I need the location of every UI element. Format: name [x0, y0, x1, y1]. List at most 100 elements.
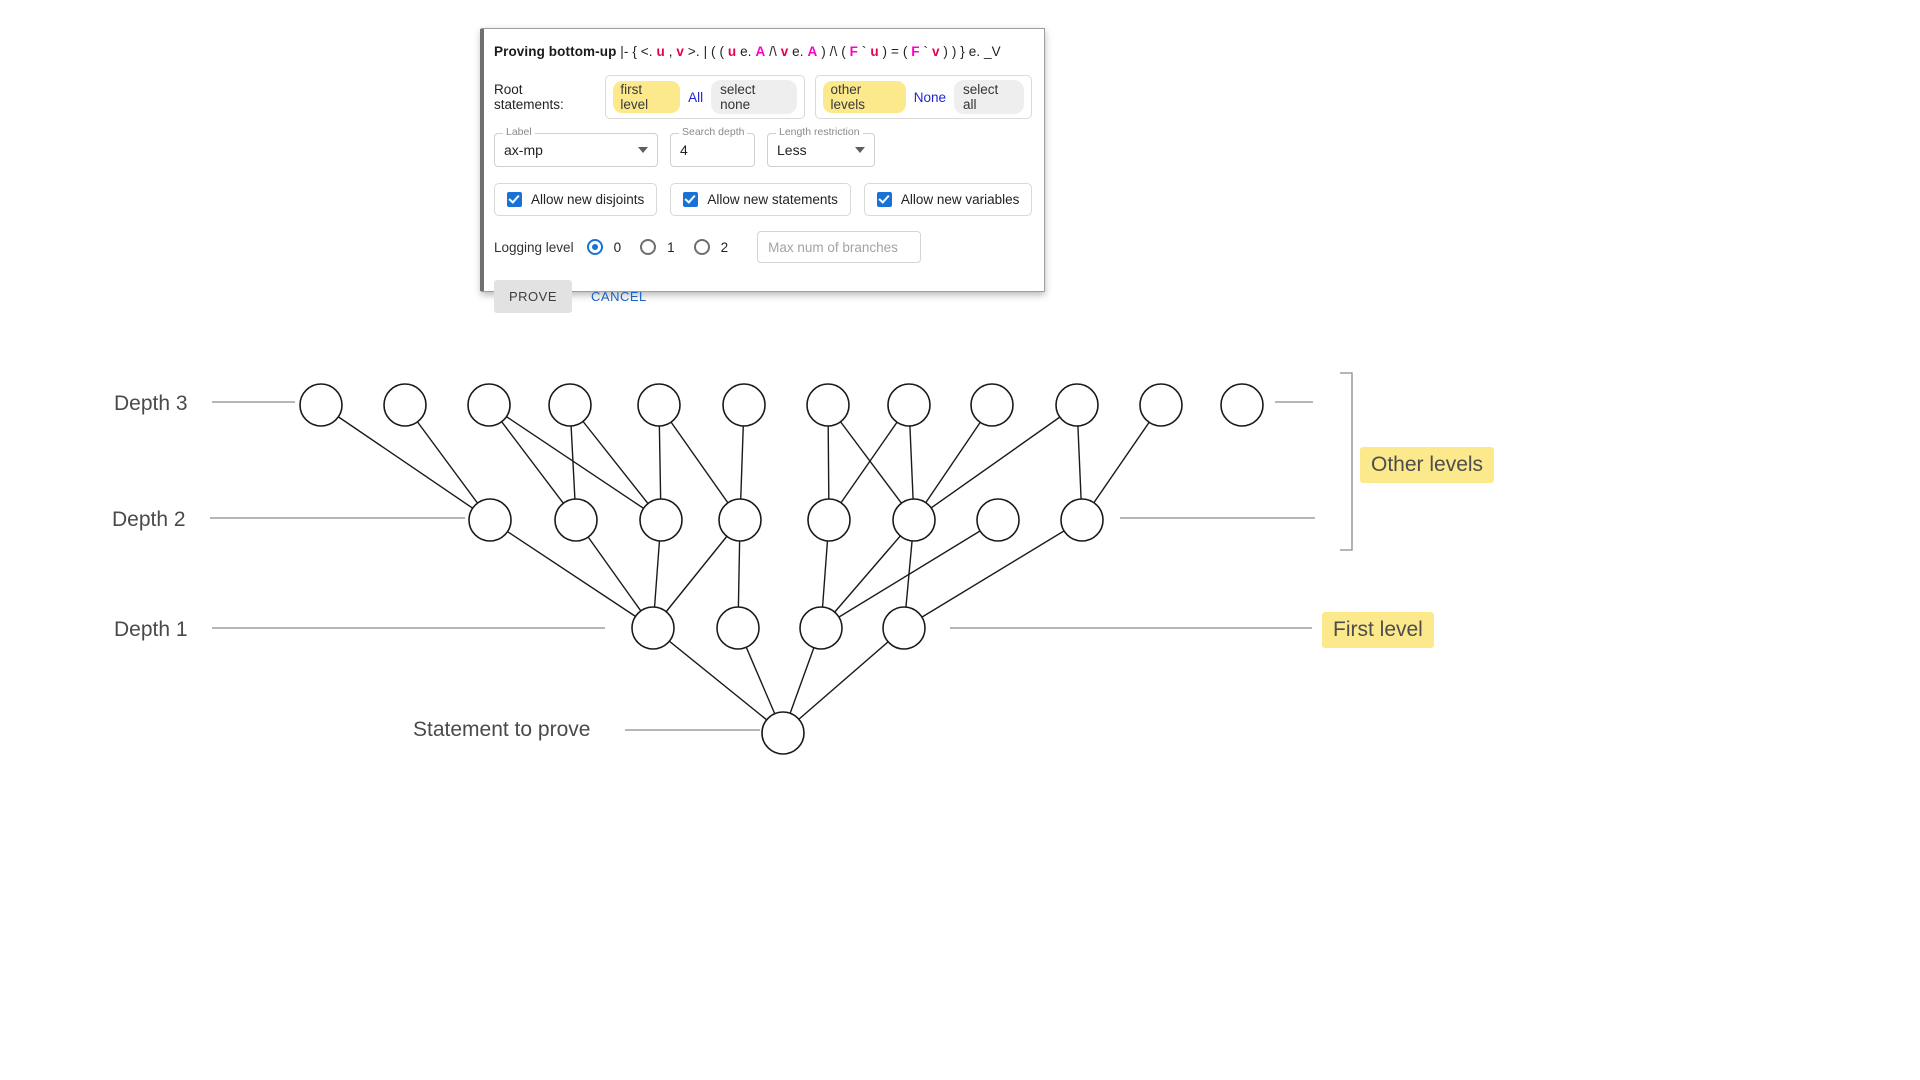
other-levels-group: other levels None select all [815, 75, 1032, 119]
root-statements-label: Root statements: [494, 82, 564, 112]
root-statements-row: Root statements: first level All select … [494, 75, 1032, 119]
search-depth-legend: Search depth [679, 126, 748, 138]
max-branches-placeholder: Max num of branches [768, 239, 898, 255]
allow-new-variables-checkbox[interactable]: Allow new variables [863, 183, 1033, 216]
title-token: A [807, 44, 818, 59]
tree-node-depth3[interactable] [970, 383, 1014, 427]
logging-level-option-2: 2 [720, 239, 729, 255]
label-select-legend: Label [503, 126, 535, 138]
tree-node-root[interactable] [761, 711, 805, 755]
logging-level-radio-2[interactable] [693, 239, 710, 255]
title-token: u [870, 44, 879, 59]
title-token: v [676, 44, 685, 59]
cancel-button[interactable]: CANCEL [580, 280, 658, 313]
title-token: /\ [765, 44, 781, 59]
first-level-select-none-button[interactable]: select none [711, 80, 798, 114]
title-token: ) = ( [878, 44, 912, 59]
tree-node-depth3[interactable] [1139, 383, 1183, 427]
logging-level-label: Logging level [494, 239, 574, 255]
proving-dialog: Proving bottom-up |- { <. u , v >. | ( (… [480, 28, 1045, 313]
proof-tree-diagram: Depth 3 Depth 2 Depth 1 Statement to pro… [0, 330, 1920, 850]
tree-node-depth2[interactable] [468, 498, 512, 542]
tree-node-depth3[interactable] [383, 383, 427, 427]
title-token: ) ) } e. _V [939, 44, 1001, 59]
allow-new-statements-checkbox[interactable]: Allow new statements [670, 183, 851, 216]
allow-new-statements-label: Allow new statements [707, 192, 838, 207]
length-restriction-value: Less [777, 142, 807, 158]
depth1-label: Depth 1 [114, 618, 188, 641]
other-levels-select-all-button[interactable]: select all [954, 80, 1024, 114]
first-level-chip[interactable]: first level [613, 81, 681, 113]
first-level-badge: First level [1322, 612, 1434, 648]
title-token: e. [788, 44, 808, 59]
label-select-value: ax-mp [504, 142, 543, 158]
tree-node-depth2[interactable] [976, 498, 1020, 542]
tree-node-depth1[interactable] [716, 606, 760, 650]
checkbox-row: Allow new disjoints Allow new statements… [494, 183, 1033, 216]
tree-node-depth2[interactable] [639, 498, 683, 542]
allow-new-disjoints-label: Allow new disjoints [531, 192, 645, 207]
title-token: A [755, 44, 766, 59]
other-levels-none-link[interactable]: None [914, 90, 946, 105]
title-token: ` [919, 44, 932, 59]
other-levels-badge: Other levels [1360, 447, 1495, 483]
title-token: ` [858, 44, 871, 59]
logging-level-row: Logging level 0 1 2 Max num of branches [494, 231, 1032, 263]
dialog-title: Proving bottom-up |- { <. u , v >. | ( (… [494, 43, 1032, 61]
tree-node-depth3[interactable] [548, 383, 592, 427]
title-token: e. [736, 44, 756, 59]
tree-node-depth1[interactable] [631, 606, 675, 650]
allow-new-variables-label: Allow new variables [900, 192, 1020, 207]
chevron-down-icon [638, 147, 648, 153]
tree-svg [210, 372, 1353, 755]
title-token: v [931, 44, 940, 59]
tree-node-depth3[interactable] [637, 383, 681, 427]
tree-edge [782, 627, 905, 734]
title-token: ) /\ ( [817, 44, 850, 59]
search-depth-input[interactable]: Search depth 4 [670, 126, 755, 167]
statement-to-prove-label: Statement to prove [413, 718, 591, 741]
checkmark-icon [876, 192, 892, 207]
tree-node-depth3[interactable] [1055, 383, 1099, 427]
allow-new-disjoints-checkbox[interactable]: Allow new disjoints [494, 183, 658, 216]
length-restriction-legend: Length restriction [776, 126, 863, 138]
tree-edge [652, 627, 784, 734]
title-token: , [664, 44, 677, 59]
tree-node-depth2[interactable] [554, 498, 598, 542]
tree-node-depth2[interactable] [807, 498, 851, 542]
tree-node-depth3[interactable] [1220, 383, 1264, 427]
title-token: F [849, 44, 859, 59]
tree-node-depth1[interactable] [882, 606, 926, 650]
tree-node-depth3[interactable] [806, 383, 850, 427]
chevron-down-icon [855, 147, 865, 153]
length-restriction-select[interactable]: Length restriction Less [767, 126, 875, 167]
max-branches-input[interactable]: Max num of branches [757, 231, 922, 263]
title-token: |- { <. [620, 44, 657, 59]
dialog-title-expression: |- { <. u , v >. | ( ( u e. A /\ v e. A … [620, 44, 1000, 59]
title-token: u [656, 44, 665, 59]
logging-level-radio-0[interactable] [586, 239, 603, 255]
first-level-all-link[interactable]: All [688, 90, 703, 105]
other-levels-bracket [1340, 372, 1353, 551]
title-token: F [911, 44, 920, 59]
logging-level-radio-1[interactable] [640, 239, 657, 255]
tree-node-depth2[interactable] [1060, 498, 1104, 542]
depth2-label: Depth 2 [112, 508, 186, 531]
tree-node-depth3[interactable] [467, 383, 511, 427]
tree-node-depth1[interactable] [799, 606, 843, 650]
other-levels-chip[interactable]: other levels [823, 81, 906, 113]
label-select[interactable]: Label ax-mp [494, 126, 658, 167]
prove-button[interactable]: PROVE [494, 280, 573, 313]
dialog-buttons: PROVE CANCEL [494, 280, 1032, 313]
dialog-title-prefix: Proving bottom-up [494, 44, 617, 59]
tree-node-depth3[interactable] [722, 383, 766, 427]
checkmark-icon [683, 192, 699, 207]
search-depth-value: 4 [680, 142, 688, 158]
tree-node-depth2[interactable] [718, 498, 762, 542]
logging-level-option-0: 0 [613, 239, 622, 255]
depth3-label: Depth 3 [114, 392, 188, 415]
tree-node-depth3[interactable] [299, 383, 343, 427]
tree-node-depth2[interactable] [892, 498, 936, 542]
logging-level-option-1: 1 [667, 239, 675, 255]
tree-node-depth3[interactable] [887, 383, 931, 427]
